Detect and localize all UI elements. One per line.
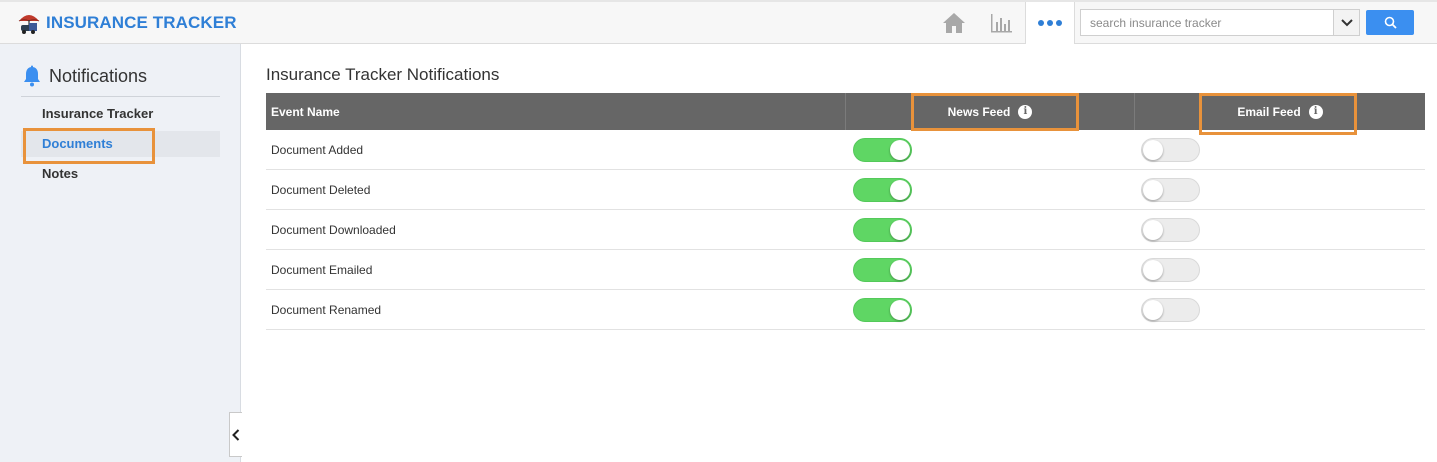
- column-header-event-name: Event Name: [271, 104, 340, 119]
- info-icon[interactable]: i: [1308, 104, 1323, 119]
- toggle-knob: [1143, 139, 1163, 160]
- email-feed-toggle[interactable]: [1141, 177, 1200, 202]
- sidebar-title: Notifications: [49, 65, 148, 86]
- sidebar-item-insurance-tracker[interactable]: Insurance Tracker: [21, 101, 220, 127]
- top-bar: INSURANCE TRACKER: [0, 0, 1437, 44]
- info-icon[interactable]: i: [1018, 104, 1033, 119]
- news-feed-toggle-cell: [845, 177, 1134, 202]
- page-title: Insurance Tracker Notifications: [266, 65, 500, 84]
- news-feed-toggle-cell: [845, 257, 1134, 282]
- news-feed-toggle[interactable]: [853, 217, 912, 242]
- toggle-knob: [1143, 259, 1163, 280]
- email-feed-toggle-cell: [1134, 217, 1425, 242]
- event-name-cell: Document Downloaded: [271, 222, 396, 237]
- toggle-knob: [890, 259, 910, 280]
- event-name-cell: Document Renamed: [271, 302, 382, 317]
- email-feed-toggle[interactable]: [1141, 217, 1200, 242]
- home-icon: [943, 13, 965, 33]
- search-dropdown-button[interactable]: [1333, 10, 1359, 35]
- email-feed-toggle-cell: [1134, 297, 1425, 322]
- news-feed-toggle[interactable]: [853, 297, 912, 322]
- table-row: Document Downloaded: [266, 210, 1425, 250]
- event-name-cell: Document Deleted: [271, 182, 371, 197]
- notifications-table: Event Name News Feed i Email Feed i Docu…: [266, 93, 1425, 330]
- insurance-umbrella-icon: [18, 15, 40, 34]
- email-feed-toggle-cell: [1134, 137, 1425, 162]
- more-dots-icon: [1037, 20, 1064, 26]
- home-button[interactable]: [941, 10, 967, 36]
- news-feed-toggle-cell: [845, 217, 1134, 242]
- column-header-news-feed: News Feed i: [845, 93, 1134, 130]
- event-name-cell: Document Added: [271, 142, 364, 157]
- email-feed-toggle-cell: [1134, 177, 1425, 202]
- email-feed-toggle[interactable]: [1141, 257, 1200, 282]
- sidebar-header: Notifications: [21, 65, 276, 87]
- news-feed-toggle[interactable]: [853, 257, 912, 282]
- table-row: Document Deleted: [266, 170, 1425, 210]
- search-button[interactable]: [1366, 10, 1414, 35]
- table-row: Document Renamed: [266, 290, 1425, 330]
- news-feed-toggle[interactable]: [853, 137, 912, 162]
- column-header-email-feed: Email Feed i: [1134, 93, 1425, 130]
- search-icon: [1384, 16, 1397, 29]
- table-header: Event Name News Feed i Email Feed i: [266, 93, 1425, 130]
- bell-icon: [24, 65, 40, 87]
- email-feed-toggle[interactable]: [1141, 297, 1200, 322]
- search-input[interactable]: [1081, 10, 1333, 35]
- email-feed-toggle[interactable]: [1141, 137, 1200, 162]
- table-row: Document Emailed: [266, 250, 1425, 290]
- app-logo[interactable]: INSURANCE TRACKER: [16, 8, 237, 38]
- toggle-knob: [890, 139, 910, 160]
- toggle-knob: [1143, 219, 1163, 240]
- sidebar-collapse-button[interactable]: [229, 412, 242, 457]
- toggle-knob: [1143, 179, 1163, 200]
- sidebar-item-notes[interactable]: Notes: [21, 161, 220, 187]
- chevron-down-icon: [1340, 18, 1353, 26]
- bar-chart-icon: [991, 14, 1012, 33]
- news-feed-toggle-cell: [845, 297, 1134, 322]
- chevron-left-icon: [232, 428, 240, 441]
- table-body: Document Added Document Deleted Document D…: [266, 130, 1425, 330]
- table-row: Document Added: [266, 130, 1425, 170]
- sidebar: Notifications Insurance Tracker Document…: [0, 44, 242, 462]
- event-name-cell: Document Emailed: [271, 262, 373, 277]
- toggle-knob: [1143, 299, 1163, 320]
- more-button[interactable]: [1025, 2, 1075, 44]
- search-box: [1080, 9, 1360, 36]
- sidebar-divider: [21, 96, 220, 97]
- app-title: INSURANCE TRACKER: [46, 13, 237, 32]
- toggle-knob: [890, 219, 910, 240]
- news-feed-toggle[interactable]: [853, 177, 912, 202]
- news-feed-toggle-cell: [845, 137, 1134, 162]
- reports-button[interactable]: [988, 10, 1014, 36]
- toggle-knob: [890, 299, 910, 320]
- toggle-knob: [890, 179, 910, 200]
- sidebar-item-documents[interactable]: Documents: [21, 131, 220, 157]
- email-feed-toggle-cell: [1134, 257, 1425, 282]
